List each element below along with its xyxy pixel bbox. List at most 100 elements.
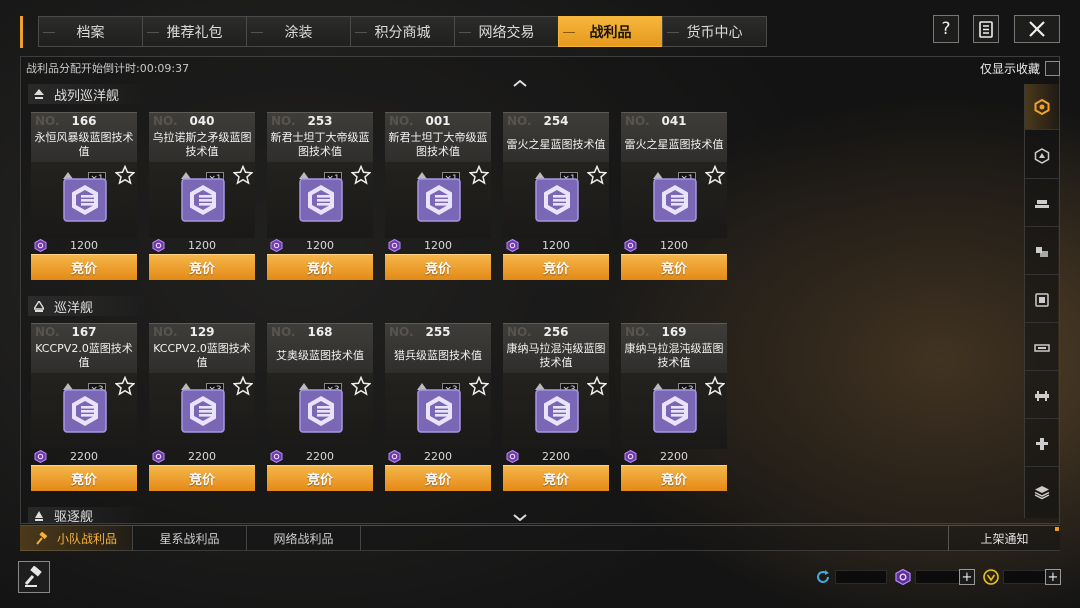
filter-destroyer-button[interactable] bbox=[1025, 229, 1059, 275]
tab-points-shop[interactable]: 积分商城 bbox=[350, 16, 455, 47]
bid-button[interactable]: 竞价 bbox=[385, 254, 491, 280]
credit-icon bbox=[895, 569, 911, 585]
bid-button[interactable]: 竞价 bbox=[267, 254, 373, 280]
tab-network-loot[interactable]: 网络战利品 bbox=[247, 526, 361, 551]
blueprint-icon bbox=[299, 389, 343, 433]
favorite-star-icon[interactable] bbox=[351, 376, 371, 396]
card-title: 雷火之星蓝图技术值 bbox=[624, 138, 724, 151]
loot-card: NO. 001 新君士坦丁大帝级蓝图技术值 ×1 bbox=[385, 112, 491, 280]
card-price: 1200 bbox=[503, 238, 609, 254]
card-price: 1200 bbox=[385, 238, 491, 254]
tab-squad-loot[interactable]: 小队战利品 bbox=[20, 526, 133, 551]
materials-icon bbox=[1034, 486, 1050, 500]
tab-archive[interactable]: 档案 bbox=[38, 16, 143, 47]
credit-currency: + bbox=[895, 568, 980, 586]
refresh-icon[interactable] bbox=[815, 569, 831, 585]
chevron-up-icon[interactable] bbox=[512, 78, 528, 88]
loot-type-tabs: 小队战利品 星系战利品 网络战利品 上架通知 bbox=[20, 525, 1060, 551]
loot-card: NO. 040 乌拉诺斯之矛级蓝图技术值 ×1 bbox=[149, 112, 255, 280]
card-number: 129 bbox=[189, 325, 215, 339]
favorite-star-icon[interactable] bbox=[233, 165, 253, 185]
filter-corvette-button[interactable] bbox=[1025, 373, 1059, 419]
favorite-star-icon[interactable] bbox=[233, 376, 253, 396]
favorite-star-icon[interactable] bbox=[587, 165, 607, 185]
section-title: 巡洋舰 bbox=[54, 300, 94, 316]
card-header: NO. 253 新君士坦丁大帝级蓝图技术值 bbox=[267, 112, 373, 162]
price-value: 2200 bbox=[306, 450, 334, 463]
tab-galaxy-loot[interactable]: 星系战利品 bbox=[133, 526, 247, 551]
favorite-star-icon[interactable] bbox=[351, 165, 371, 185]
price-value: 2200 bbox=[424, 450, 452, 463]
auction-button[interactable] bbox=[18, 561, 50, 593]
card-header: NO. 255 猎兵级蓝图技术值 bbox=[385, 323, 491, 373]
bid-button[interactable]: 竞价 bbox=[267, 465, 373, 491]
card-body: ×1 bbox=[267, 162, 373, 238]
favorite-star-icon[interactable] bbox=[115, 165, 135, 185]
filter-battlecruiser-button[interactable] bbox=[1025, 133, 1059, 179]
favorite-star-icon[interactable] bbox=[587, 376, 607, 396]
bid-button[interactable]: 竞价 bbox=[621, 254, 727, 280]
card-price: 2200 bbox=[31, 449, 137, 465]
help-button[interactable]: ? bbox=[933, 15, 959, 43]
card-header: NO. 169 康纳马拉混沌级蓝图技术值 bbox=[621, 323, 727, 373]
tab-loot[interactable]: 战利品 bbox=[558, 16, 663, 47]
chevron-down-icon[interactable] bbox=[512, 513, 528, 523]
favorite-star-icon[interactable] bbox=[115, 376, 135, 396]
tab-currency-center[interactable]: 货币中心 bbox=[662, 16, 767, 47]
refresh-amount-field bbox=[835, 570, 887, 584]
card-price: 1200 bbox=[621, 238, 727, 254]
card-number: 169 bbox=[661, 325, 687, 339]
card-body: ×1 bbox=[503, 162, 609, 238]
favorite-star-icon[interactable] bbox=[705, 376, 725, 396]
card-title: KCCPV2.0蓝图技术值 bbox=[35, 342, 133, 369]
bid-button[interactable]: 竞价 bbox=[31, 254, 137, 280]
filter-frigate-button[interactable] bbox=[1025, 277, 1059, 323]
favorites-checkbox[interactable] bbox=[1045, 61, 1061, 76]
countdown-text: 战利品分配开始倒计时:00:09:37 bbox=[26, 62, 190, 75]
log-button[interactable] bbox=[973, 15, 999, 43]
tab-network-trade[interactable]: 网络交易 bbox=[454, 16, 559, 47]
bid-button[interactable]: 竞价 bbox=[31, 465, 137, 491]
cruiser-icon bbox=[1035, 199, 1049, 208]
card-number: 040 bbox=[189, 114, 215, 128]
card-title: 雷火之星蓝图技术值 bbox=[506, 138, 606, 151]
blueprint-icon bbox=[653, 178, 697, 222]
favorite-star-icon[interactable] bbox=[469, 376, 489, 396]
bid-button[interactable]: 竞价 bbox=[149, 465, 255, 491]
add-gold-button[interactable]: + bbox=[1045, 569, 1061, 585]
bid-button[interactable]: 竞价 bbox=[149, 254, 255, 280]
ship-filter-sidebar bbox=[1024, 84, 1059, 518]
close-button[interactable] bbox=[1014, 15, 1060, 43]
bid-button[interactable]: 竞价 bbox=[621, 465, 727, 491]
card-price: 2200 bbox=[503, 449, 609, 465]
filter-all-button[interactable] bbox=[1025, 84, 1059, 130]
tab-recommended-packs[interactable]: 推荐礼包 bbox=[142, 16, 247, 47]
filter-carrier-button[interactable] bbox=[1025, 325, 1059, 371]
filter-cruiser-button[interactable] bbox=[1025, 181, 1059, 227]
add-credit-button[interactable]: + bbox=[959, 569, 975, 585]
favorite-star-icon[interactable] bbox=[705, 165, 725, 185]
only-favorites-label: 仅显示收藏 bbox=[980, 62, 1041, 76]
listing-notice-button[interactable]: 上架通知 bbox=[948, 526, 1060, 551]
card-title: 新君士坦丁大帝级蓝图技术值 bbox=[388, 131, 488, 158]
bid-button[interactable]: 竞价 bbox=[503, 465, 609, 491]
card-number: 254 bbox=[543, 114, 569, 128]
card-title: 艾奥级蓝图技术值 bbox=[276, 349, 364, 362]
price-value: 1200 bbox=[660, 239, 688, 252]
bid-button[interactable]: 竞价 bbox=[503, 254, 609, 280]
bid-button[interactable]: 竞价 bbox=[385, 465, 491, 491]
filter-aircraft-button[interactable] bbox=[1025, 421, 1059, 467]
only-favorites-toggle[interactable]: 仅显示收藏 bbox=[980, 60, 1061, 77]
section-title: 战列巡洋舰 bbox=[54, 88, 120, 104]
coin-icon bbox=[983, 569, 999, 585]
card-body: ×1 bbox=[621, 162, 727, 238]
favorite-star-icon[interactable] bbox=[469, 165, 489, 185]
section-cruiser: 巡洋舰 bbox=[28, 296, 148, 316]
tab-paint[interactable]: 涂装 bbox=[246, 16, 351, 47]
price-value: 2200 bbox=[542, 450, 570, 463]
card-price: 2200 bbox=[267, 449, 373, 465]
price-value: 2200 bbox=[70, 450, 98, 463]
top-bar: 档案 推荐礼包 涂装 积分商城 网络交易 战利品 货币中心 ? bbox=[0, 0, 1080, 52]
filter-materials-button[interactable] bbox=[1025, 469, 1059, 515]
card-price: 2200 bbox=[149, 449, 255, 465]
